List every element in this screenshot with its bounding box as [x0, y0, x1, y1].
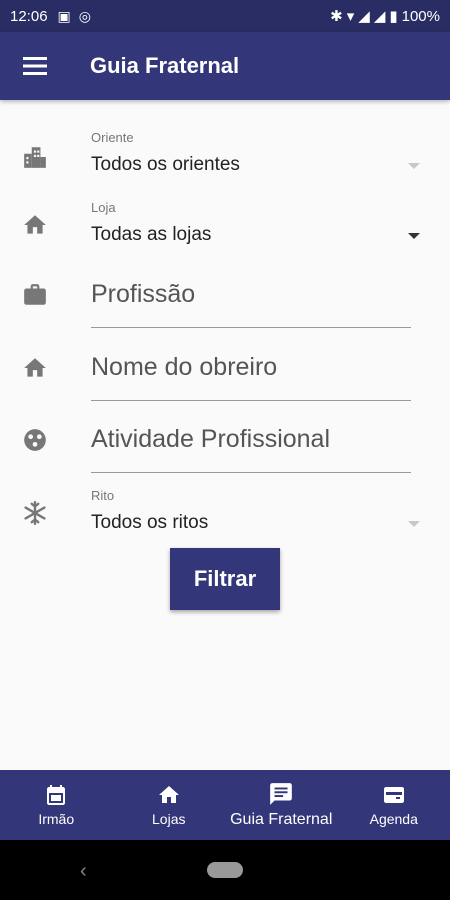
atividade-underline: [91, 472, 411, 473]
home-pill-button[interactable]: [207, 862, 243, 878]
signal-icon: ◢: [358, 8, 370, 25]
chevron-down-icon: [408, 521, 420, 527]
profissao-input[interactable]: Profissão: [91, 280, 195, 309]
app-notification-icon: ◎: [78, 7, 91, 24]
image-notification-icon: ▣: [57, 7, 71, 24]
nav-label-lojas: Lojas: [152, 811, 186, 827]
profissao-underline: [91, 327, 411, 328]
signal-2-icon: ◢: [373, 8, 386, 25]
message-icon: [270, 783, 293, 805]
nav-label-guia-fraternal: Guia Fraternal: [230, 811, 333, 828]
filter-button[interactable]: Filtrar: [170, 548, 280, 610]
snowflake-icon: [24, 500, 46, 526]
rito-label: Rito: [91, 488, 115, 503]
calendar-icon: [47, 785, 66, 805]
city-icon: [24, 147, 46, 168]
chevron-down-icon: [408, 163, 420, 169]
nav-item-irmao[interactable]: Irmão: [0, 770, 113, 840]
menu-button[interactable]: [0, 32, 70, 100]
wifi-icon: ▾: [346, 8, 355, 25]
app-bar: Guia Fraternal: [0, 32, 450, 100]
rito-select[interactable]: Rito Todos os ritos: [0, 486, 450, 546]
back-icon[interactable]: ‹: [80, 860, 87, 883]
battery-percent: 100%: [401, 7, 440, 25]
menu-icon: [23, 57, 47, 75]
profissao-field[interactable]: Profissão: [0, 270, 450, 332]
battery-icon: ▮: [389, 8, 398, 25]
nav-item-guia-fraternal[interactable]: Guia Fraternal: [225, 770, 338, 840]
nav-item-agenda[interactable]: Agenda: [338, 770, 450, 840]
activity-icon: [24, 429, 46, 451]
status-right: ✱ ▾ ◢ ◢ ▮ 100%: [330, 7, 440, 26]
loja-label: Loja: [91, 200, 116, 215]
atividade-field[interactable]: Atividade Profissional: [0, 415, 450, 477]
oriente-value: Todos os orientes: [91, 154, 240, 175]
home-icon: [158, 786, 179, 803]
obreiro-field[interactable]: Nome do obreiro: [0, 343, 450, 405]
nav-label-irmao: Irmão: [38, 811, 75, 827]
page-title: Guia Fraternal: [90, 53, 240, 78]
loja-value: Todas as lojas: [91, 224, 212, 245]
rito-value: Todos os ritos: [91, 512, 209, 533]
atividade-input[interactable]: Atividade Profissional: [91, 425, 330, 454]
loja-select[interactable]: Loja Todas as lojas: [0, 198, 450, 258]
oriente-select[interactable]: Oriente Todos os orientes: [0, 128, 450, 188]
card-icon: [383, 787, 404, 803]
nav-label-agenda: Agenda: [369, 811, 418, 827]
home-icon: [24, 358, 46, 377]
status-bar: 12:06 ▣ ◎ ✱ ▾ ◢ ◢ ▮ 100%: [0, 0, 450, 32]
obreiro-underline: [91, 400, 411, 401]
chevron-down-icon: [408, 233, 420, 239]
obreiro-input[interactable]: Nome do obreiro: [91, 353, 277, 382]
briefcase-icon: [24, 284, 46, 305]
bottom-nav: Irmão Lojas Guia Fraternal Agenda: [0, 770, 450, 840]
bluetooth-icon: ✱: [330, 8, 343, 25]
home-icon: [24, 215, 46, 234]
oriente-label: Oriente: [91, 130, 134, 145]
nav-item-lojas[interactable]: Lojas: [113, 770, 226, 840]
status-time: 12:06: [10, 7, 48, 25]
